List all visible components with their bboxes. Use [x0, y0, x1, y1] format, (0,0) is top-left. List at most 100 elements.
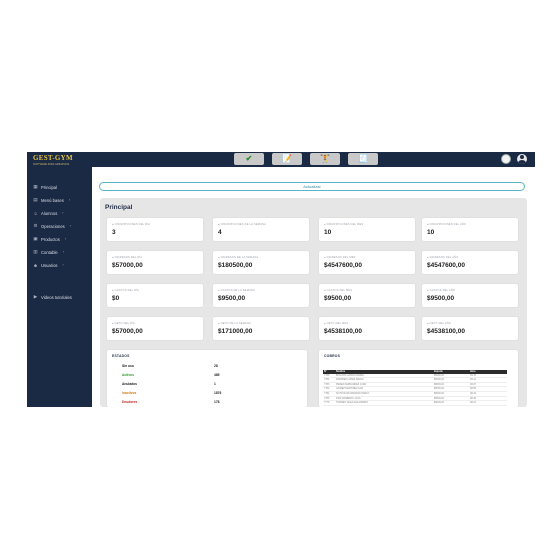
sidebar: ▦ Principal ▤ Menú bases › ☺ Alumnos › ⚙…: [27, 167, 92, 407]
estados-title: ESTADOS: [112, 354, 130, 358]
stat-label: ● GASTOS DEL DÍA: [112, 289, 139, 292]
stat-card: ● INSCRIPCIONES DEL AÑO 10: [422, 218, 518, 241]
stat-card: ● INGRESOS DEL AÑO $4547600,00: [422, 251, 518, 274]
estado-row: Activos 485: [122, 373, 262, 379]
stat-card: ● NETO DEL AÑO $4538100,00: [422, 317, 518, 340]
sidebar-item-label: Videos tutoriales: [41, 294, 72, 300]
stat-label: ● INSCRIPCIONES DEL DÍA: [112, 223, 151, 226]
quick-weightlifter-button[interactable]: 🏋: [310, 153, 340, 165]
sidebar-item-label: Alumnos: [41, 210, 58, 216]
stat-card: ● INSCRIPCIONES DEL MES 10: [319, 218, 415, 241]
user-icon: ☻: [33, 262, 38, 268]
estado-row: Inactivos 1876: [122, 391, 262, 397]
estado-label: Inactivos: [122, 391, 137, 395]
chevron-right-icon: ›: [62, 211, 64, 215]
sidebar-item-label: Contable: [41, 249, 58, 255]
folder-icon: ▤: [33, 197, 38, 202]
stat-value: $9500,00: [427, 295, 455, 302]
stat-value: 10: [427, 229, 435, 236]
logo-text: GEST-GYM: [33, 154, 73, 162]
stat-card: ● GASTOS DEL MES $9500,00: [319, 284, 415, 307]
sidebar-item-usuarios[interactable]: ☻ Usuarios ›: [33, 261, 64, 269]
stat-label: ● INGRESOS DEL AÑO: [427, 256, 459, 259]
video-icon: ▶: [33, 294, 38, 299]
users-icon: ☺: [33, 210, 38, 216]
quick-clipboard-button[interactable]: 📝: [272, 153, 302, 165]
stat-card: ● GASTOS DEL AÑO $9500,00: [422, 284, 518, 307]
stat-value: $4538100,00: [324, 328, 362, 335]
cell: 08:21: [469, 400, 507, 406]
stat-label: ● INSCRIPCIONES DEL MES: [324, 223, 364, 226]
box-icon: ▣: [33, 236, 38, 241]
estado-value: 1: [214, 382, 216, 386]
table-row[interactable]: 7779 TORRES VEGA ALEJANDRO $5000,00 08:21: [323, 400, 507, 406]
sidebar-item-label: Usuarios: [41, 262, 58, 268]
sidebar-item-principal[interactable]: ▦ Principal: [33, 183, 57, 191]
estado-label: Anulados: [122, 382, 138, 386]
estados-panel: ESTADOS Sin uso 28 Activos 485 Anulados 1 I…: [107, 350, 307, 407]
chevron-right-icon: ›: [68, 198, 70, 202]
page-title: Principal: [105, 204, 133, 211]
stat-value: $4538100,00: [427, 328, 465, 335]
chevron-right-icon: ›: [62, 263, 64, 267]
stat-value: $180500,00: [218, 262, 253, 269]
quick-register-button[interactable]: 🧾: [348, 153, 378, 165]
user-controls: [501, 154, 527, 164]
chevron-right-icon: ›: [64, 237, 67, 241]
estado-row: Deudores 178: [122, 400, 262, 406]
stat-value: 4: [218, 229, 222, 236]
weightlifter-icon: 🏋: [320, 154, 330, 163]
clipboard-icon: 📝: [282, 154, 292, 163]
stat-value: $9500,00: [218, 295, 246, 302]
stat-value: 10: [324, 229, 332, 236]
stat-card: ● NETO DEL DÍA $57000,00: [107, 317, 203, 340]
sidebar-item-label: Menú bases: [41, 197, 64, 203]
stat-label: ● GASTOS DE LA SEMANA: [218, 289, 255, 292]
stat-value: 3: [112, 229, 116, 236]
stat-label: ● INSCRIPCIONES DEL AÑO: [427, 223, 467, 226]
quick-check-button[interactable]: ✔: [234, 153, 264, 165]
settings-circle-button[interactable]: [501, 154, 511, 164]
stat-label: ● NETO DE LA SEMANA: [218, 322, 251, 325]
stat-label: ● NETO DEL MES: [324, 322, 349, 325]
cobros-table: Nº Nombre Importe Hora 7785 BOUJON GARCIA…: [323, 370, 507, 406]
gears-icon: ⚙: [33, 223, 38, 228]
app-logo[interactable]: GEST-GYM SOFTWARE PARA GIMNASIOS: [33, 154, 73, 167]
stat-card: ● INGRESOS DEL DÍA $57000,00: [107, 251, 203, 274]
sidebar-item-contable[interactable]: ▥ Contable ›: [33, 248, 64, 256]
cash-register-icon: 🧾: [358, 154, 368, 163]
stat-label: ● INGRESOS DE LA SEMANA: [218, 256, 259, 259]
app-window: GEST-GYM SOFTWARE PARA GIMNASIOS ✔ 📝 🏋 🧾…: [27, 152, 535, 407]
sidebar-item-alumnos[interactable]: ☺ Alumnos ›: [33, 209, 63, 217]
stat-card: ● INSCRIPCIONES DEL DÍA 3: [107, 218, 203, 241]
main-content: Actualizar Principal ● INSCRIPCIONES DEL…: [92, 167, 535, 407]
stat-card: ● GASTOS DE LA SEMANA $9500,00: [213, 284, 309, 307]
estado-row: Sin uso 28: [122, 364, 262, 370]
estado-value: 485: [214, 373, 220, 377]
estado-value: 178: [214, 400, 220, 404]
stat-card: ● INGRESOS DEL MES $4547600,00: [319, 251, 415, 274]
sidebar-item-productos[interactable]: ▣ Productos ›: [33, 235, 66, 243]
check-icon: ✔: [245, 154, 253, 163]
stat-value: $4547600,00: [324, 262, 362, 269]
grid-icon: ▦: [33, 184, 38, 189]
sidebar-item-videos[interactable]: ▶ Videos tutoriales: [33, 293, 72, 301]
estado-value: 28: [214, 364, 218, 368]
sidebar-item-operaciones[interactable]: ⚙ Operaciones ›: [33, 222, 70, 230]
calculator-icon: ▥: [33, 249, 38, 254]
stat-value: $57000,00: [112, 328, 143, 335]
stat-value: $0: [112, 295, 120, 302]
stat-label: ● INGRESOS DEL MES: [324, 256, 356, 259]
cobros-title: COBROS: [324, 354, 341, 358]
cobros-panel: COBROS Nº Nombre Importe Hora 7785 BOUJON…: [319, 350, 518, 407]
estado-label: Sin uso: [122, 364, 134, 368]
sidebar-item-menu-bases[interactable]: ▤ Menú bases ›: [33, 196, 70, 204]
sidebar-item-label: Principal: [41, 184, 58, 190]
estado-row: Anulados 1: [122, 382, 262, 388]
stat-value: $171000,00: [218, 328, 253, 335]
update-button[interactable]: Actualizar: [99, 182, 525, 191]
estado-value: 1876: [214, 391, 222, 395]
stat-label: ● INGRESOS DEL DÍA: [112, 256, 143, 259]
user-avatar-icon[interactable]: [517, 154, 527, 164]
stat-card: ● NETO DE LA SEMANA $171000,00: [213, 317, 309, 340]
